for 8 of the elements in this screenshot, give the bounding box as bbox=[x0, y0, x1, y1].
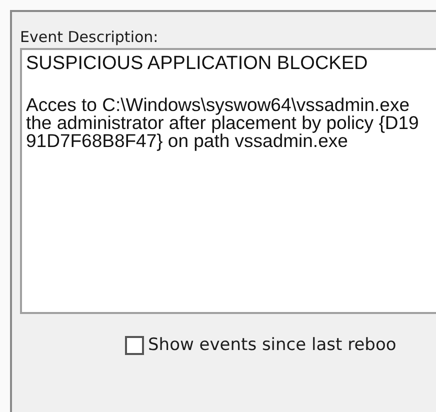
checkbox-label: Show events since last reboo bbox=[148, 334, 396, 357]
section-label: Event Description: bbox=[20, 27, 158, 46]
description-line: 91D7F68B8F47} on path vssadmin.exe bbox=[26, 132, 348, 150]
description-heading: SUSPICIOUS APPLICATION BLOCKED bbox=[26, 54, 368, 74]
description-line: Acces to C:\Windows\syswow64\vssadmin.exe bbox=[26, 96, 410, 114]
checkbox[interactable] bbox=[125, 336, 144, 356]
description-text-area[interactable]: SUSPICIOUS APPLICATION BLOCKED Acces to C:\Windows\syswow64\vssadmin.exe the administrator after placement by policy {D19 91D7F68B8F47} on path vssadmin.exe bbox=[20, 48, 436, 314]
description-line: the administrator after placement by policy {D19 bbox=[26, 114, 419, 132]
